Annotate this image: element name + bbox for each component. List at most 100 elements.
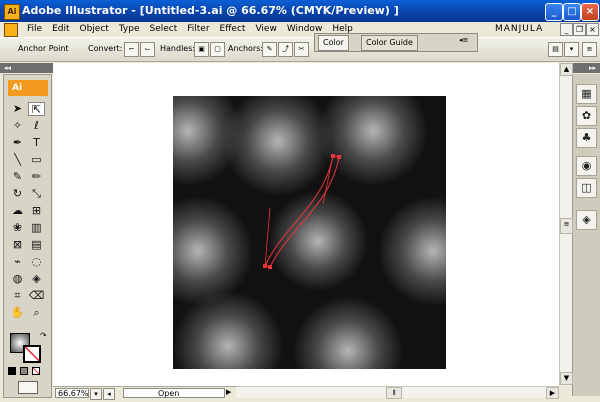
- artboard[interactable]: [173, 96, 446, 369]
- menu-select[interactable]: Select: [144, 23, 182, 35]
- zoom-dropdown-icon[interactable]: ▾: [90, 388, 102, 400]
- tab-color-guide[interactable]: Color Guide: [361, 35, 418, 51]
- live-paint-bucket-tool-icon[interactable]: ◍: [9, 272, 26, 286]
- show-handles-icon[interactable]: ▣: [194, 42, 209, 57]
- scroll-up-icon[interactable]: ▲: [560, 63, 573, 76]
- zoom-field[interactable]: 66.67%: [55, 388, 89, 398]
- direct-selection-tool-icon[interactable]: ⇱: [28, 102, 45, 116]
- swatches-icon[interactable]: ▦: [576, 84, 597, 104]
- hide-handles-icon[interactable]: ▢: [210, 42, 225, 57]
- scroll-thumb[interactable]: ≡: [560, 218, 573, 234]
- panel-menu-icon[interactable]: ◂≡: [459, 36, 468, 44]
- anchors-label: Anchors:: [228, 44, 264, 53]
- color-panel: Color Color Guide ◂≡: [314, 33, 478, 52]
- free-transform-tool-icon[interactable]: ⊞: [28, 204, 45, 218]
- gradient-mode-icon[interactable]: [20, 367, 28, 375]
- workspace-user[interactable]: MANJULA: [495, 23, 543, 35]
- dock-collapse[interactable]: ▸▸: [572, 63, 600, 73]
- type-tool-icon[interactable]: T: [28, 136, 45, 150]
- tool-grid: ➤ ⇱ ✧ ℓ ✒ T ╲ ▭ ✎ ✏ ↻ ⤡ ☁ ⊞ ❀ ▥ ⊠ ▤ ⌁ ◌ …: [9, 102, 47, 320]
- swap-fill-stroke-icon[interactable]: ↷: [40, 331, 47, 340]
- tool-name-label: Anchor Point: [18, 44, 69, 53]
- menu-effect[interactable]: Effect: [215, 23, 251, 35]
- doc-close-icon[interactable]: ×: [586, 23, 599, 36]
- menu-items: File Edit Object Type Select Filter Effe…: [22, 23, 358, 35]
- none-mode-icon[interactable]: [32, 367, 40, 375]
- eyedropper-tool-icon[interactable]: ⌁: [9, 255, 26, 269]
- menu-type[interactable]: Type: [114, 23, 145, 35]
- blend-tool-icon[interactable]: ◌: [28, 255, 45, 269]
- panel-dock: ▦ ✿ ♣ ◉ ◫ ◈: [572, 74, 600, 396]
- tab-color-guide-label: Color Guide: [366, 38, 413, 47]
- remove-anchor-icon[interactable]: ✎: [262, 42, 277, 57]
- graphic-styles-icon[interactable]: ◫: [576, 178, 597, 198]
- selection-tool-icon[interactable]: ➤: [9, 102, 26, 116]
- ai-logo: Ai: [8, 80, 48, 96]
- control-bar: Anchor Point Convert: ⌐ ⌙ Handles: ▣ ▢ A…: [0, 37, 600, 62]
- handles-label: Handles:: [160, 44, 196, 53]
- scroll-right-icon[interactable]: ▶: [546, 387, 559, 399]
- brushes-icon[interactable]: ✿: [576, 106, 597, 126]
- zoom-tool-icon[interactable]: ⌕: [28, 306, 45, 320]
- tab-color[interactable]: Color: [318, 35, 349, 51]
- close-icon[interactable]: ×: [581, 3, 599, 21]
- title-bar: Ai Adobe Illustrator - [Untitled-3.ai @ …: [0, 0, 600, 22]
- color-mode-icon[interactable]: [8, 367, 16, 375]
- convert-label: Convert:: [88, 44, 123, 53]
- menu-object[interactable]: Object: [75, 23, 114, 35]
- menu-file[interactable]: File: [22, 23, 47, 35]
- crop-area-tool-icon[interactable]: ⌗: [9, 289, 26, 303]
- menu-filter[interactable]: Filter: [182, 23, 214, 35]
- warp-tool-icon[interactable]: ☁: [9, 204, 26, 218]
- cut-path-icon[interactable]: ✂: [294, 42, 309, 57]
- rotate-tool-icon[interactable]: ↻: [9, 187, 26, 201]
- live-paint-selection-tool-icon[interactable]: ◈: [28, 272, 45, 286]
- connect-anchor-icon[interactable]: ⤴: [278, 42, 293, 57]
- symbols-icon[interactable]: ♣: [576, 128, 597, 148]
- status-field[interactable]: Open: [123, 388, 225, 398]
- pen-tool-icon[interactable]: ✒: [9, 136, 26, 150]
- eraser-tool-icon[interactable]: ⌫: [28, 289, 45, 303]
- dropdown-arrow-icon[interactable]: ▾: [564, 42, 579, 57]
- selected-path[interactable]: [173, 96, 446, 369]
- scroll-down-icon[interactable]: ▼: [560, 372, 573, 385]
- status-arrow-icon[interactable]: ▶: [226, 388, 231, 396]
- status-bar: 66.67% ▾ ◂ Open ▶: [53, 386, 236, 400]
- toolbox-collapse[interactable]: ◂◂: [0, 63, 53, 73]
- maximize-icon[interactable]: □: [563, 3, 581, 21]
- doc-restore-icon[interactable]: ❐: [573, 23, 586, 36]
- screen-mode-icon[interactable]: [18, 381, 38, 394]
- scale-tool-icon[interactable]: ⤡: [28, 187, 45, 201]
- menu-edit[interactable]: Edit: [47, 23, 74, 35]
- doc-minimize-icon[interactable]: _: [560, 23, 573, 36]
- appearance-icon[interactable]: ◉: [576, 156, 597, 176]
- tab-color-label: Color: [323, 38, 344, 47]
- artboard-nav-icon[interactable]: ◂: [103, 388, 115, 400]
- isolate-icon[interactable]: ▤: [548, 42, 563, 57]
- lasso-tool-icon[interactable]: ℓ: [28, 119, 45, 133]
- vertical-scrollbar[interactable]: ▲ ≡ ▼: [559, 63, 573, 386]
- rectangle-tool-icon[interactable]: ▭: [28, 153, 45, 167]
- gradient-tool-icon[interactable]: ▤: [28, 238, 45, 252]
- hscroll-thumb[interactable]: ⦀: [386, 387, 402, 399]
- pencil-tool-icon[interactable]: ✏: [28, 170, 45, 184]
- hand-tool-icon[interactable]: ✋: [9, 306, 26, 320]
- minimize-icon[interactable]: _: [545, 3, 563, 21]
- column-graph-tool-icon[interactable]: ▥: [28, 221, 45, 235]
- horizontal-scrollbar[interactable]: ⦀ ▶: [236, 386, 559, 399]
- stroke-swatch-icon[interactable]: [23, 345, 41, 363]
- toolbox: Ai ➤ ⇱ ✧ ℓ ✒ T ╲ ▭ ✎ ✏ ↻ ⤡ ☁ ⊞ ❀ ▥ ⊠ ▤ ⌁…: [3, 74, 52, 398]
- line-segment-tool-icon[interactable]: ╲: [9, 153, 26, 167]
- paintbrush-tool-icon[interactable]: ✎: [9, 170, 26, 184]
- app-icon: Ai: [4, 4, 20, 20]
- document-icon[interactable]: [4, 23, 18, 37]
- convert-corner-icon[interactable]: ⌐: [124, 42, 139, 57]
- menu-bar: File Edit Object Type Select Filter Effe…: [0, 22, 600, 37]
- mesh-tool-icon[interactable]: ⊠: [9, 238, 26, 252]
- panel-menu-icon[interactable]: ≡: [582, 42, 597, 57]
- menu-view[interactable]: View: [250, 23, 281, 35]
- magic-wand-tool-icon[interactable]: ✧: [9, 119, 26, 133]
- symbol-sprayer-tool-icon[interactable]: ❀: [9, 221, 26, 235]
- layers-icon[interactable]: ◈: [576, 210, 597, 230]
- convert-smooth-icon[interactable]: ⌙: [140, 42, 155, 57]
